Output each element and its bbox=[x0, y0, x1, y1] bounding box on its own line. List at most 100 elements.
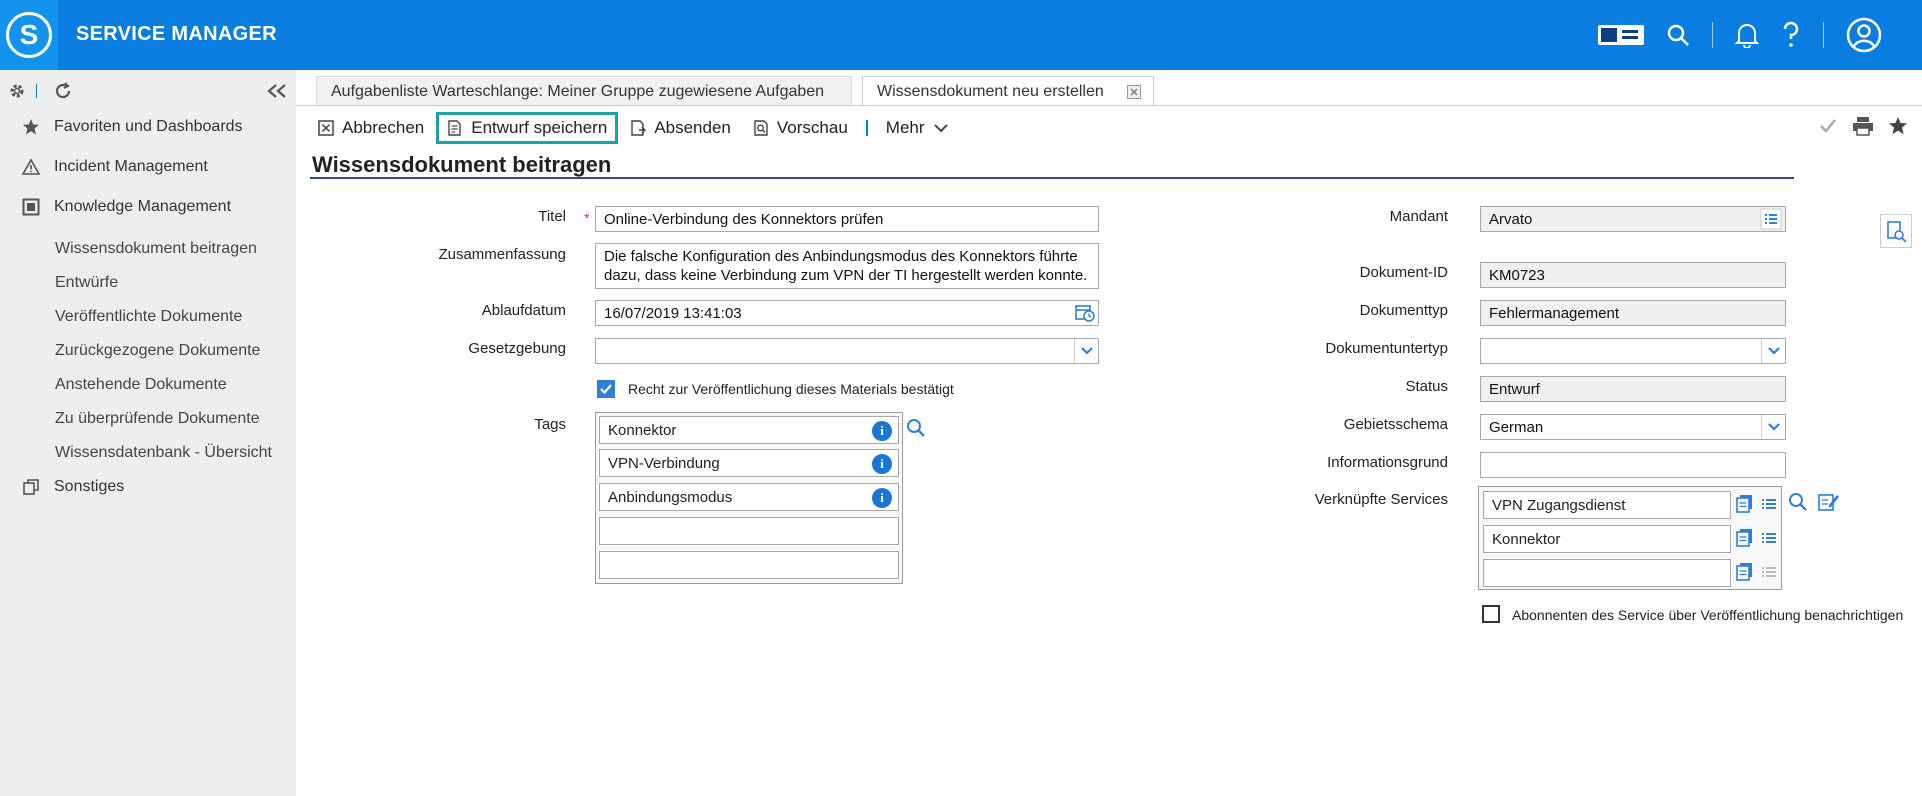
favorite-star-icon[interactable] bbox=[1888, 116, 1908, 136]
tag-search-icon[interactable] bbox=[906, 418, 926, 438]
list-icon[interactable] bbox=[1759, 528, 1779, 548]
subtype-select[interactable] bbox=[1480, 338, 1786, 364]
tag-item-empty[interactable] bbox=[599, 551, 899, 579]
sidebar-subitem-retracted[interactable]: Zurückgezogene Dokumente bbox=[55, 342, 260, 360]
chevron-down-icon bbox=[1767, 423, 1780, 431]
cancel-label: Abbrechen bbox=[342, 118, 425, 137]
preview-button[interactable]: Vorschau bbox=[745, 112, 856, 144]
search-icon[interactable] bbox=[1666, 23, 1690, 47]
subtype-dropdown-button[interactable] bbox=[1761, 339, 1785, 363]
print-icon[interactable] bbox=[1852, 116, 1874, 136]
document-search-icon bbox=[1887, 221, 1907, 243]
collapse-sidebar-icon[interactable] bbox=[266, 83, 288, 99]
info-icon[interactable]: i bbox=[872, 454, 892, 474]
more-menu[interactable]: Mehr bbox=[878, 112, 957, 144]
header-separator bbox=[1823, 22, 1824, 48]
user-icon[interactable] bbox=[1846, 17, 1882, 53]
tab-label: Wissensdokument neu erstellen bbox=[877, 83, 1104, 100]
more-label: Mehr bbox=[885, 118, 925, 137]
sidebar-subitem-drafts[interactable]: Entwürfe bbox=[55, 274, 118, 292]
save-draft-button[interactable]: Entwurf speichern bbox=[436, 112, 619, 144]
sidebar-item-label: Knowledge Management bbox=[54, 198, 232, 215]
calendar-icon[interactable] bbox=[1075, 303, 1095, 323]
close-tab-icon[interactable] bbox=[1127, 85, 1141, 99]
gear-icon[interactable] bbox=[8, 82, 26, 100]
list-icon[interactable] bbox=[1759, 494, 1779, 514]
tag-item[interactable]: VPN-Verbindung i bbox=[599, 449, 899, 477]
sidebar-item-other[interactable]: Sonstiges bbox=[22, 478, 124, 496]
tag-item[interactable]: Konnektor i bbox=[599, 416, 899, 444]
list-icon-disabled bbox=[1762, 567, 1776, 577]
law-dropdown-button[interactable] bbox=[1074, 339, 1098, 363]
title-input[interactable]: Online-Verbindung des Konnektors prüfen bbox=[595, 206, 1099, 232]
reason-input[interactable] bbox=[1480, 452, 1786, 478]
warning-icon bbox=[22, 158, 40, 175]
service-text: VPN Zugangsdienst bbox=[1492, 497, 1626, 514]
top-bar: S SERVICE MANAGER bbox=[0, 0, 1922, 70]
sidebar-subitem-published[interactable]: Veröffentlichte Dokumente bbox=[55, 308, 242, 326]
expiry-date-value: 16/07/2019 13:41:03 bbox=[604, 305, 742, 322]
approve-icon[interactable] bbox=[1818, 116, 1838, 136]
side-panel-button[interactable] bbox=[1880, 214, 1912, 248]
cancel-icon bbox=[318, 120, 334, 136]
panel-icon[interactable] bbox=[1598, 23, 1644, 47]
help-icon[interactable] bbox=[1781, 21, 1801, 49]
copy-icon bbox=[23, 479, 39, 495]
app-logo[interactable]: S bbox=[0, 0, 58, 70]
app-title: SERVICE MANAGER bbox=[76, 23, 277, 45]
notify-checkbox[interactable] bbox=[1482, 605, 1500, 623]
service-item[interactable]: Konnektor bbox=[1483, 525, 1731, 553]
expiry-date-input[interactable]: 16/07/2019 13:41:03 bbox=[595, 300, 1099, 326]
sidebar-item-favorites[interactable]: Favoriten und Dashboards bbox=[22, 118, 243, 136]
locale-select[interactable]: German bbox=[1480, 414, 1786, 440]
sidebar-item-incident[interactable]: Incident Management bbox=[22, 158, 208, 176]
info-icon[interactable]: i bbox=[872, 421, 892, 441]
tag-item-empty[interactable] bbox=[599, 517, 899, 545]
sidebar-subitem-contribute[interactable]: Wissensdokument beitragen bbox=[55, 240, 257, 258]
service-detail-icon[interactable] bbox=[1735, 528, 1755, 548]
list-icon[interactable] bbox=[1760, 208, 1782, 230]
expiry-label: Ablaufdatum bbox=[481, 302, 566, 319]
tag-item[interactable]: Anbindungsmodus i bbox=[599, 483, 899, 511]
tags-label: Tags bbox=[534, 416, 566, 433]
tab-label: Aufgabenliste Warteschlange: Meiner Grup… bbox=[331, 83, 825, 100]
sidebar-subitem-pending[interactable]: Anstehende Dokumente bbox=[55, 376, 227, 394]
chevron-down-icon bbox=[1767, 347, 1780, 355]
sidebar-subitem-review[interactable]: Zu überprüfende Dokumente bbox=[55, 410, 260, 428]
service-item-empty[interactable] bbox=[1483, 559, 1731, 587]
sidebar-tool-separator bbox=[36, 84, 37, 98]
rights-checkbox[interactable] bbox=[597, 380, 615, 398]
service-item[interactable]: VPN Zugangsdienst bbox=[1483, 491, 1731, 519]
submit-button[interactable]: Absenden bbox=[622, 112, 739, 144]
locale-label: Gebietsschema bbox=[1343, 416, 1448, 433]
tab-divider bbox=[296, 105, 1922, 106]
tag-text: Anbindungsmodus bbox=[608, 489, 733, 506]
page-tools bbox=[1818, 116, 1908, 136]
edit-services-icon[interactable] bbox=[1818, 492, 1840, 512]
service-detail-icon[interactable] bbox=[1735, 562, 1755, 582]
bell-icon[interactable] bbox=[1735, 22, 1759, 48]
info-icon[interactable]: i bbox=[872, 488, 892, 508]
notify-label: Abonnenten des Service über Veröffentlic… bbox=[1512, 607, 1904, 623]
law-select[interactable] bbox=[595, 338, 1099, 364]
refresh-icon[interactable] bbox=[54, 82, 72, 100]
service-detail-icon[interactable] bbox=[1735, 494, 1755, 514]
client-value: Arvato bbox=[1489, 211, 1533, 228]
sidebar-tools bbox=[8, 80, 288, 102]
tab-task-list[interactable]: Aufgabenliste Warteschlange: Meiner Grup… bbox=[316, 76, 852, 106]
sidebar: Favoriten und Dashboards Incident Manage… bbox=[0, 70, 296, 796]
summary-textarea[interactable]: Die falsche Konfiguration des Anbindungs… bbox=[595, 243, 1099, 289]
sidebar-subitem-overview[interactable]: Wissensdatenbank - Übersicht bbox=[55, 444, 272, 462]
save-draft-label: Entwurf speichern bbox=[471, 118, 608, 137]
cancel-button[interactable]: Abbrechen bbox=[310, 112, 432, 144]
save-draft-icon bbox=[448, 120, 461, 136]
tab-new-document[interactable]: Wissensdokument neu erstellen bbox=[862, 76, 1154, 106]
sidebar-item-label: Incident Management bbox=[54, 158, 208, 175]
client-input[interactable]: Arvato bbox=[1480, 206, 1786, 232]
doctype-field: Fehlermanagement bbox=[1480, 300, 1786, 326]
status-label: Status bbox=[1405, 378, 1448, 395]
title-underline bbox=[310, 177, 1794, 179]
locale-dropdown-button[interactable] bbox=[1761, 415, 1785, 439]
service-search-icon[interactable] bbox=[1788, 492, 1808, 512]
sidebar-item-knowledge[interactable]: Knowledge Management bbox=[22, 198, 231, 216]
